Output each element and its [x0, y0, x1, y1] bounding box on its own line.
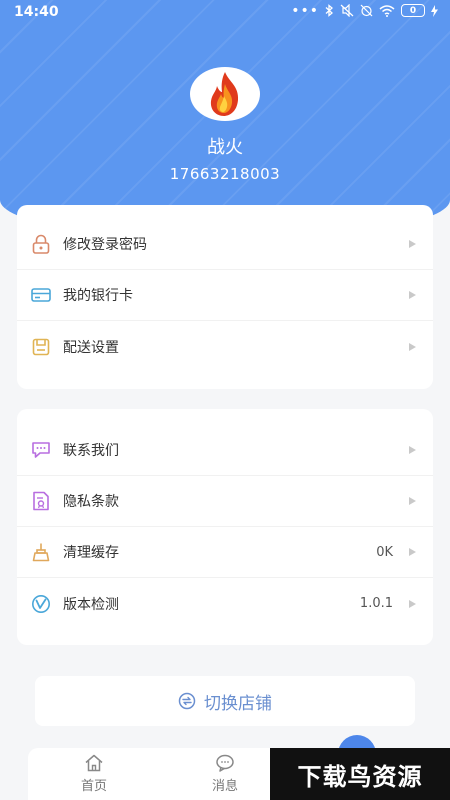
bank-card-icon	[31, 285, 51, 305]
general-menu-card: 联系我们 隐私条款 清理缓存 0K 版本检测 1.0.1	[17, 409, 433, 645]
privacy-document-icon	[31, 491, 51, 511]
tab-home-label: 首页	[80, 779, 107, 794]
account-menu-card: 修改登录密码 我的银行卡 配送设置	[17, 205, 433, 389]
menu-item-contact-us[interactable]: 联系我们	[17, 425, 433, 476]
menu-item-label: 配送设置	[63, 339, 119, 356]
switch-icon	[178, 692, 196, 710]
chevron-right-icon	[409, 599, 416, 608]
tab-messages-label: 消息	[211, 779, 238, 794]
message-icon	[216, 754, 234, 772]
switch-store-button[interactable]: 切换店铺	[35, 676, 415, 726]
menu-item-label: 清理缓存	[63, 545, 119, 561]
menu-item-label: 版本检测	[63, 596, 119, 613]
menu-item-version-check[interactable]: 版本检测 1.0.1	[17, 578, 433, 629]
notification-dots-icon: •••	[291, 2, 319, 19]
delivery-settings-icon	[31, 337, 51, 357]
menu-item-change-password[interactable]: 修改登录密码	[17, 219, 433, 270]
cache-size-value: 0K	[376, 544, 393, 560]
mute-icon	[340, 4, 354, 17]
home-icon	[85, 754, 103, 772]
battery-icon: 0	[401, 4, 425, 17]
menu-item-label: 修改登录密码	[63, 237, 147, 253]
menu-item-clear-cache[interactable]: 清理缓存 0K	[17, 527, 433, 578]
bluetooth-icon	[325, 4, 333, 17]
username: 战火	[207, 137, 243, 158]
alarm-off-icon	[360, 4, 373, 17]
menu-item-privacy-policy[interactable]: 隐私条款	[17, 476, 433, 527]
wifi-icon	[379, 4, 395, 17]
phone-number: 17663218003	[169, 165, 281, 183]
chevron-right-icon	[409, 548, 416, 556]
menu-item-bank-card[interactable]: 我的银行卡	[17, 270, 433, 321]
avatar[interactable]	[190, 67, 260, 121]
contact-chat-icon	[31, 440, 51, 460]
watermark-logo: 下载鸟资源	[270, 748, 450, 800]
menu-item-label: 联系我们	[63, 443, 119, 459]
chevron-right-icon	[409, 342, 416, 351]
version-value: 1.0.1	[359, 596, 393, 611]
menu-item-label: 我的银行卡	[63, 288, 133, 304]
status-bar: 14:40 ••• 0	[0, 0, 450, 26]
chevron-right-icon	[409, 446, 416, 454]
menu-item-label: 隐私条款	[63, 494, 119, 510]
status-time: 14:40	[14, 4, 59, 20]
version-icon	[31, 594, 51, 614]
switch-store-label: 切换店铺	[204, 693, 272, 714]
flame-logo-icon	[210, 72, 239, 116]
broom-icon	[31, 542, 51, 562]
tab-messages[interactable]: 消息	[185, 754, 265, 794]
lock-icon	[31, 234, 51, 254]
tab-home[interactable]: 首页	[54, 754, 134, 794]
chevron-right-icon	[409, 240, 416, 248]
chevron-right-icon	[409, 497, 416, 505]
menu-item-delivery-settings[interactable]: 配送设置	[17, 321, 433, 372]
charging-icon	[431, 4, 438, 17]
chevron-right-icon	[409, 291, 416, 299]
status-icons: ••• 0	[291, 2, 438, 19]
